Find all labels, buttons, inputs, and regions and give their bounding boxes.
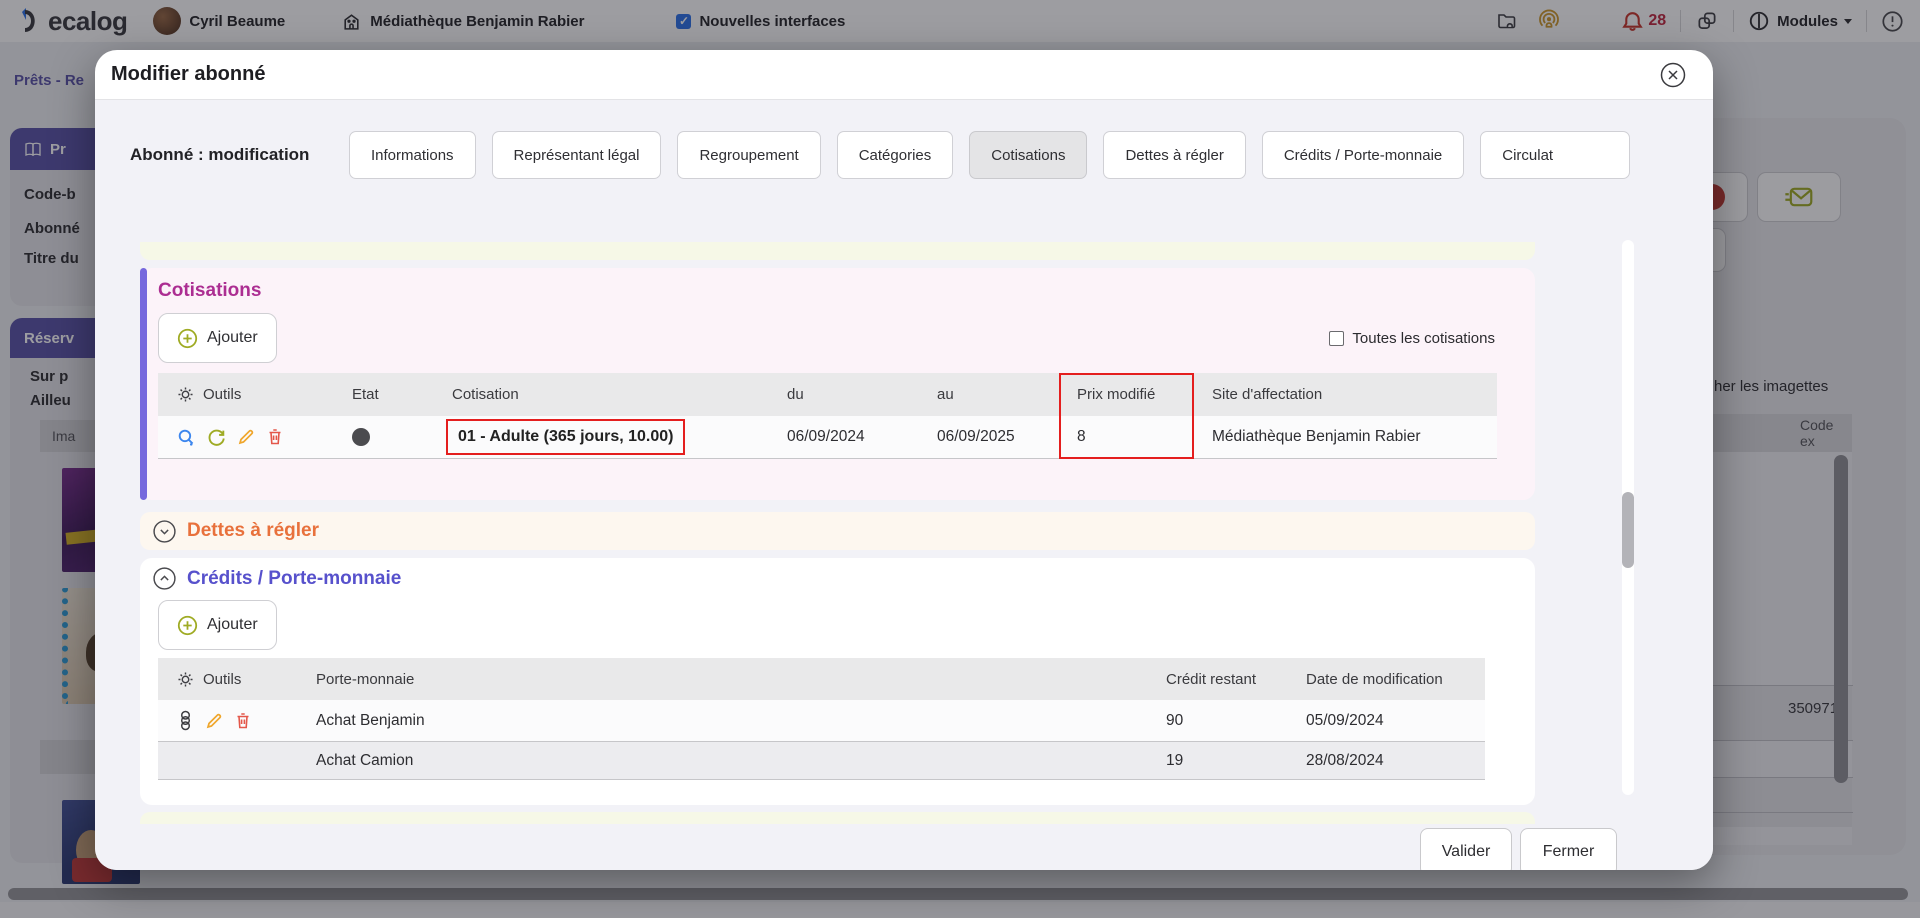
status-dot — [352, 428, 370, 446]
cell-date: 05/09/2024 — [1288, 700, 1485, 742]
modal-title: Modifier abonné — [111, 63, 265, 86]
modify-subscriber-modal: Modifier abonné Abonné : modification In… — [95, 50, 1713, 870]
column-header-credit-restant: Crédit restant — [1148, 658, 1288, 700]
all-cotisations-label: Toutes les cotisations — [1352, 330, 1495, 347]
cell-wallet-name: Achat Benjamin — [298, 700, 1148, 742]
search-icon[interactable] — [176, 427, 197, 448]
cell-prix: 8 — [1059, 416, 1194, 459]
column-header-cotisation: Cotisation — [434, 373, 769, 416]
dettes-title: Dettes à régler — [187, 520, 319, 542]
close-icon — [1659, 61, 1687, 89]
add-wallet-button[interactable]: Ajouter — [158, 600, 277, 650]
modal-scrollbar-thumb[interactable] — [1622, 492, 1634, 568]
gear-icon — [176, 385, 195, 404]
cell-date: 28/08/2024 — [1288, 742, 1485, 780]
edit-pencil-icon[interactable] — [236, 427, 256, 447]
tab-categories[interactable]: Catégories — [837, 131, 954, 179]
chevron-up-icon — [152, 566, 177, 591]
cell-wallet-name: Achat Camion — [298, 742, 1148, 780]
plus-circle-icon — [177, 615, 198, 636]
section-accent-bar — [140, 268, 147, 500]
cotisations-section: Cotisations Ajouter Toutes les cotisatio… — [140, 268, 1535, 500]
column-header-outils: Outils — [158, 658, 298, 700]
cell-au: 06/09/2025 — [919, 416, 1059, 459]
tabs-row: Abonné : modification Informations Repré… — [130, 126, 1630, 184]
row-tools — [158, 742, 298, 780]
tab-cotisations[interactable]: Cotisations — [969, 131, 1087, 179]
gear-icon — [176, 670, 195, 689]
annotation-cotisation: 01 - Adulte (365 jours, 10.00) — [446, 419, 685, 455]
modal-scrollbar-track[interactable] — [1622, 240, 1634, 795]
edit-pencil-icon[interactable] — [204, 711, 224, 731]
column-header-prix-modifie: Prix modifié — [1059, 373, 1194, 416]
modal-header: Modifier abonné — [95, 50, 1713, 100]
validate-button[interactable]: Valider — [1420, 828, 1512, 870]
checkbox-unchecked-icon — [1329, 331, 1344, 346]
cotisations-title: Cotisations — [158, 280, 261, 302]
credits-section-toggle[interactable]: Crédits / Porte-monnaie — [152, 566, 401, 591]
tabs-scroll: Informations Représentant légal Regroupe… — [349, 131, 1630, 179]
scrolled-section-edge — [140, 242, 1535, 260]
cell-credit: 19 — [1148, 742, 1288, 780]
tab-representant-legal[interactable]: Représentant légal — [492, 131, 662, 179]
plus-circle-icon — [177, 328, 198, 349]
close-modal-button[interactable]: Fermer — [1520, 828, 1617, 870]
tab-regroupement[interactable]: Regroupement — [677, 131, 820, 179]
delete-trash-icon[interactable] — [233, 711, 253, 731]
column-header-porte-monnaie: Porte-monnaie — [298, 658, 1148, 700]
close-button[interactable] — [1659, 61, 1687, 89]
renew-icon[interactable] — [206, 427, 227, 448]
chevron-down-icon — [152, 519, 177, 544]
coins-icon[interactable] — [176, 710, 195, 731]
row-tools — [158, 700, 298, 742]
tab-credits[interactable]: Crédits / Porte-monnaie — [1262, 131, 1464, 179]
all-cotisations-checkbox[interactable]: Toutes les cotisations — [1329, 330, 1495, 347]
next-section-edge — [140, 812, 1535, 824]
column-header-etat: Etat — [334, 373, 434, 416]
cell-cotisation: 01 - Adulte (365 jours, 10.00) — [434, 416, 769, 459]
cell-etat — [334, 416, 434, 459]
cotisations-table: Outils Etat Cotisation du au Prix modifi… — [158, 373, 1497, 459]
credits-title: Crédits / Porte-monnaie — [187, 568, 401, 590]
wallet-table: Outils Porte-monnaie Crédit restant Date… — [158, 658, 1485, 780]
column-header-au: au — [919, 373, 1059, 416]
dettes-section-toggle[interactable]: Dettes à régler — [140, 512, 1535, 550]
column-header-site: Site d'affectation — [1194, 373, 1497, 416]
delete-trash-icon[interactable] — [265, 427, 285, 447]
cell-credit: 90 — [1148, 700, 1288, 742]
column-header-du: du — [769, 373, 919, 416]
credits-section: Crédits / Porte-monnaie Ajouter Outils — [140, 558, 1535, 805]
tab-informations[interactable]: Informations — [349, 131, 476, 179]
tab-circulation[interactable]: Circulat — [1480, 131, 1630, 179]
modal-body: Abonné : modification Informations Repré… — [95, 100, 1713, 870]
section-label: Abonné : modification — [130, 145, 349, 165]
tab-dettes[interactable]: Dettes à régler — [1103, 131, 1245, 179]
add-cotisation-button[interactable]: Ajouter — [158, 313, 277, 363]
screen: ecalog Cyril Beaume Médiathèque Benjamin… — [0, 0, 1920, 918]
row-tools — [158, 416, 334, 459]
column-header-outils: Outils — [158, 373, 334, 416]
cell-site: Médiathèque Benjamin Rabier — [1194, 416, 1497, 459]
cell-du: 06/09/2024 — [769, 416, 919, 459]
column-header-date-modification: Date de modification — [1288, 658, 1485, 700]
